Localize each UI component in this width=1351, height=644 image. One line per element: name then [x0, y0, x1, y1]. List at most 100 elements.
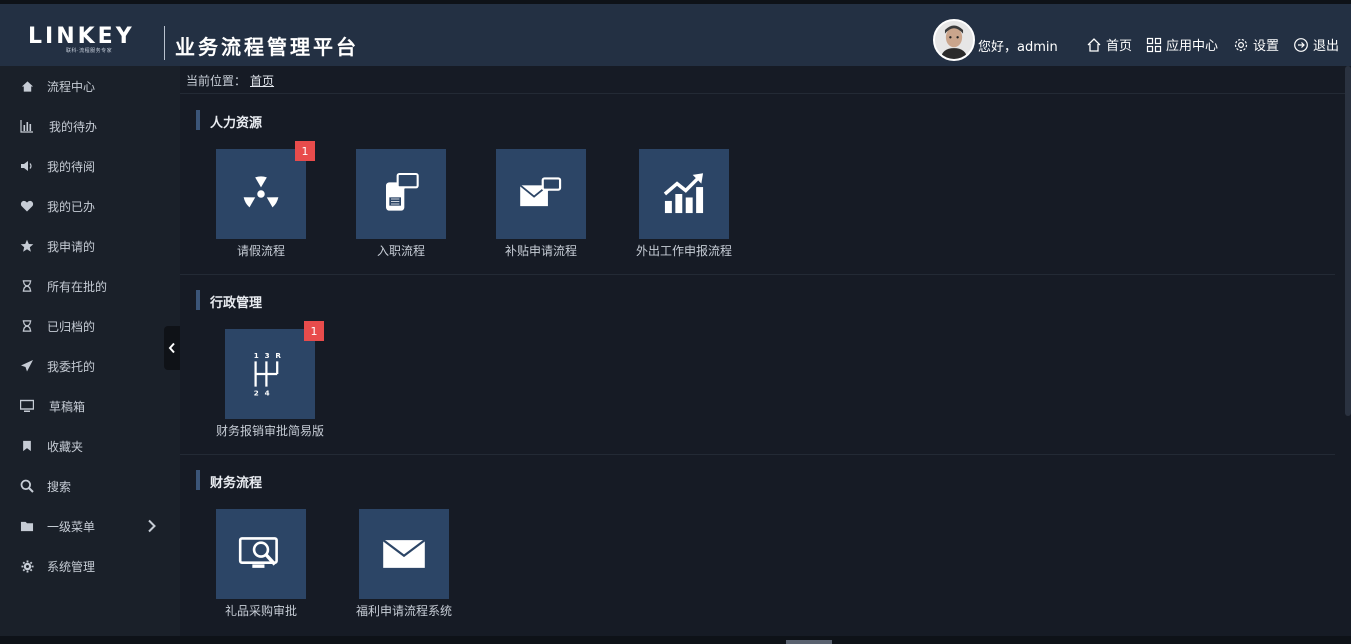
sidebar-item-label: 一级菜单	[47, 519, 96, 534]
tile-gift-purchase[interactable]	[216, 509, 306, 599]
folder-icon	[20, 519, 34, 533]
nav-app-center-label: 应用中心	[1166, 39, 1219, 54]
chevron-right-icon	[147, 519, 157, 533]
greeting-text: 您好，admin	[978, 40, 1058, 55]
horizontal-scrollbar-thumb[interactable]	[786, 640, 832, 644]
home-icon	[1087, 37, 1101, 52]
mail-chat-icon	[519, 177, 562, 207]
nav-app-center-link[interactable]: 应用中心	[1146, 35, 1218, 54]
avatar[interactable]	[933, 19, 975, 61]
logo-subtitle: 联科·流程服务专家	[66, 48, 113, 54]
svg-text:1: 1	[254, 351, 259, 360]
grid-icon	[1146, 37, 1162, 52]
breadcrumb-home-link[interactable]: 首页	[250, 74, 274, 88]
tile-label-expense-approval[interactable]: 财务报销审批简易版	[200, 422, 340, 439]
home-icon	[20, 79, 34, 93]
sidebar-item-label: 我的待阅	[47, 159, 96, 174]
breadcrumb-prefix: 当前位置：	[186, 74, 247, 88]
badge-leave-process: 1	[295, 141, 315, 161]
bookmark-icon	[20, 439, 34, 453]
sidebar-collapse-button[interactable]	[164, 326, 180, 370]
envelope-icon	[382, 539, 426, 568]
tile-label-leave-process[interactable]: 请假流程	[216, 242, 306, 259]
tile-label-welfare-process[interactable]: 福利申请流程系统	[344, 602, 464, 619]
sidebar-item-all-approving[interactable]: 所有在批的	[0, 266, 180, 306]
sidebar-item-label: 系统管理	[47, 559, 96, 574]
section-separator	[180, 454, 1335, 455]
sidebar-item-my-applied[interactable]: 我申请的	[0, 226, 180, 266]
phone-chat-icon	[386, 172, 419, 211]
top-bar: LINKEY 联科·流程服务专家 业务流程管理平台 您好，admin 首页 应用…	[0, 0, 1351, 66]
section-title-finance: 财务流程	[196, 470, 262, 491]
tile-field-work-process[interactable]	[639, 149, 729, 239]
hourglass-icon	[20, 279, 34, 293]
sidebar-item-label: 我的待办	[49, 119, 98, 134]
sidebar-item-level1-menu[interactable]: 一级菜单	[0, 506, 180, 546]
tile-label-onboarding-process[interactable]: 入职流程	[356, 242, 446, 259]
growth-chart-icon	[663, 173, 704, 214]
sidebar-item-label: 所有在批的	[47, 279, 108, 294]
nav-logout-link[interactable]: 退出	[1293, 35, 1339, 54]
sidebar-item-process-center[interactable]: 流程中心	[0, 66, 180, 106]
section-separator	[180, 274, 1335, 275]
sidebar-item-system-admin[interactable]: 系统管理	[0, 546, 180, 586]
tile-onboarding-process[interactable]	[356, 149, 446, 239]
sidebar-item-archived[interactable]: 已归档的	[0, 306, 180, 346]
vertical-scrollbar[interactable]	[1345, 66, 1351, 416]
sidebar-item-label: 流程中心	[47, 79, 96, 94]
volume-icon	[20, 159, 34, 173]
tile-leave-process[interactable]	[216, 149, 306, 239]
hourglass-icon	[20, 319, 34, 333]
tile-expense-approval[interactable]: 1 3 R 2 4	[225, 329, 315, 419]
svg-text:3: 3	[265, 351, 270, 360]
section-title-hr: 人力资源	[196, 110, 262, 131]
sidebar-item-delegated[interactable]: 我委托的	[0, 346, 180, 386]
sidebar: 流程中心 我的待办 我的待阅 我的已办 我申请的 所有在批的 已归档的 我委托的…	[0, 66, 180, 644]
send-icon	[20, 359, 34, 373]
tile-label-subsidy-process[interactable]: 补贴申请流程	[486, 242, 596, 259]
monitor-icon	[20, 399, 34, 413]
sidebar-item-label: 草稿箱	[49, 399, 86, 414]
logout-icon	[1294, 37, 1308, 52]
sidebar-item-favorites[interactable]: 收藏夹	[0, 426, 180, 466]
star-icon	[20, 239, 34, 253]
tile-welfare-process[interactable]	[359, 509, 449, 599]
nav-settings-link[interactable]: 设置	[1233, 35, 1279, 54]
sidebar-item-my-done[interactable]: 我的已办	[0, 186, 180, 226]
tile-label-field-work-process[interactable]: 外出工作申报流程	[624, 242, 744, 259]
breadcrumb-divider	[180, 93, 1351, 94]
sidebar-item-label: 我委托的	[47, 359, 96, 374]
nav-home-link[interactable]: 首页	[1086, 35, 1132, 54]
bar-chart-icon	[20, 119, 34, 133]
sidebar-item-label: 我的已办	[47, 199, 96, 214]
tile-label-gift-purchase[interactable]: 礼品采购审批	[216, 602, 306, 619]
sidebar-item-label: 搜索	[47, 479, 72, 494]
gear-icon	[1234, 38, 1248, 51]
gear-icon	[20, 559, 34, 573]
breadcrumb: 当前位置： 首页	[186, 72, 274, 89]
app-title: 业务流程管理平台	[175, 35, 359, 59]
section-title-admin: 行政管理	[196, 290, 262, 311]
sidebar-item-search[interactable]: 搜索	[0, 466, 180, 506]
nav-logout-label: 退出	[1313, 39, 1340, 54]
gear-shift-icon: 1 3 R 2 4	[254, 351, 282, 398]
sidebar-item-label: 已归档的	[47, 319, 96, 334]
radiation-icon	[243, 176, 279, 208]
sidebar-item-my-todo[interactable]: 我的待办	[0, 106, 180, 146]
tile-subsidy-process[interactable]	[496, 149, 586, 239]
badge-expense-approval: 1	[304, 321, 324, 341]
nav-settings-label: 设置	[1253, 39, 1280, 54]
svg-text:R: R	[275, 351, 281, 360]
logo-text: LINKEY	[28, 24, 135, 49]
nav-home-label: 首页	[1106, 39, 1133, 54]
svg-text:2: 2	[254, 389, 259, 398]
sidebar-item-drafts[interactable]: 草稿箱	[0, 386, 180, 426]
sidebar-item-label: 收藏夹	[47, 439, 84, 454]
main-content: 当前位置： 首页 人力资源 1 请假流程 入职流程 补贴申请流程 外出工作申报流…	[180, 66, 1351, 644]
svg-text:4: 4	[265, 389, 270, 398]
sidebar-item-my-toread[interactable]: 我的待阅	[0, 146, 180, 186]
chevron-left-icon	[168, 342, 175, 354]
search-icon	[20, 479, 34, 493]
heart-icon	[20, 199, 34, 213]
sidebar-item-label: 我申请的	[47, 239, 96, 254]
